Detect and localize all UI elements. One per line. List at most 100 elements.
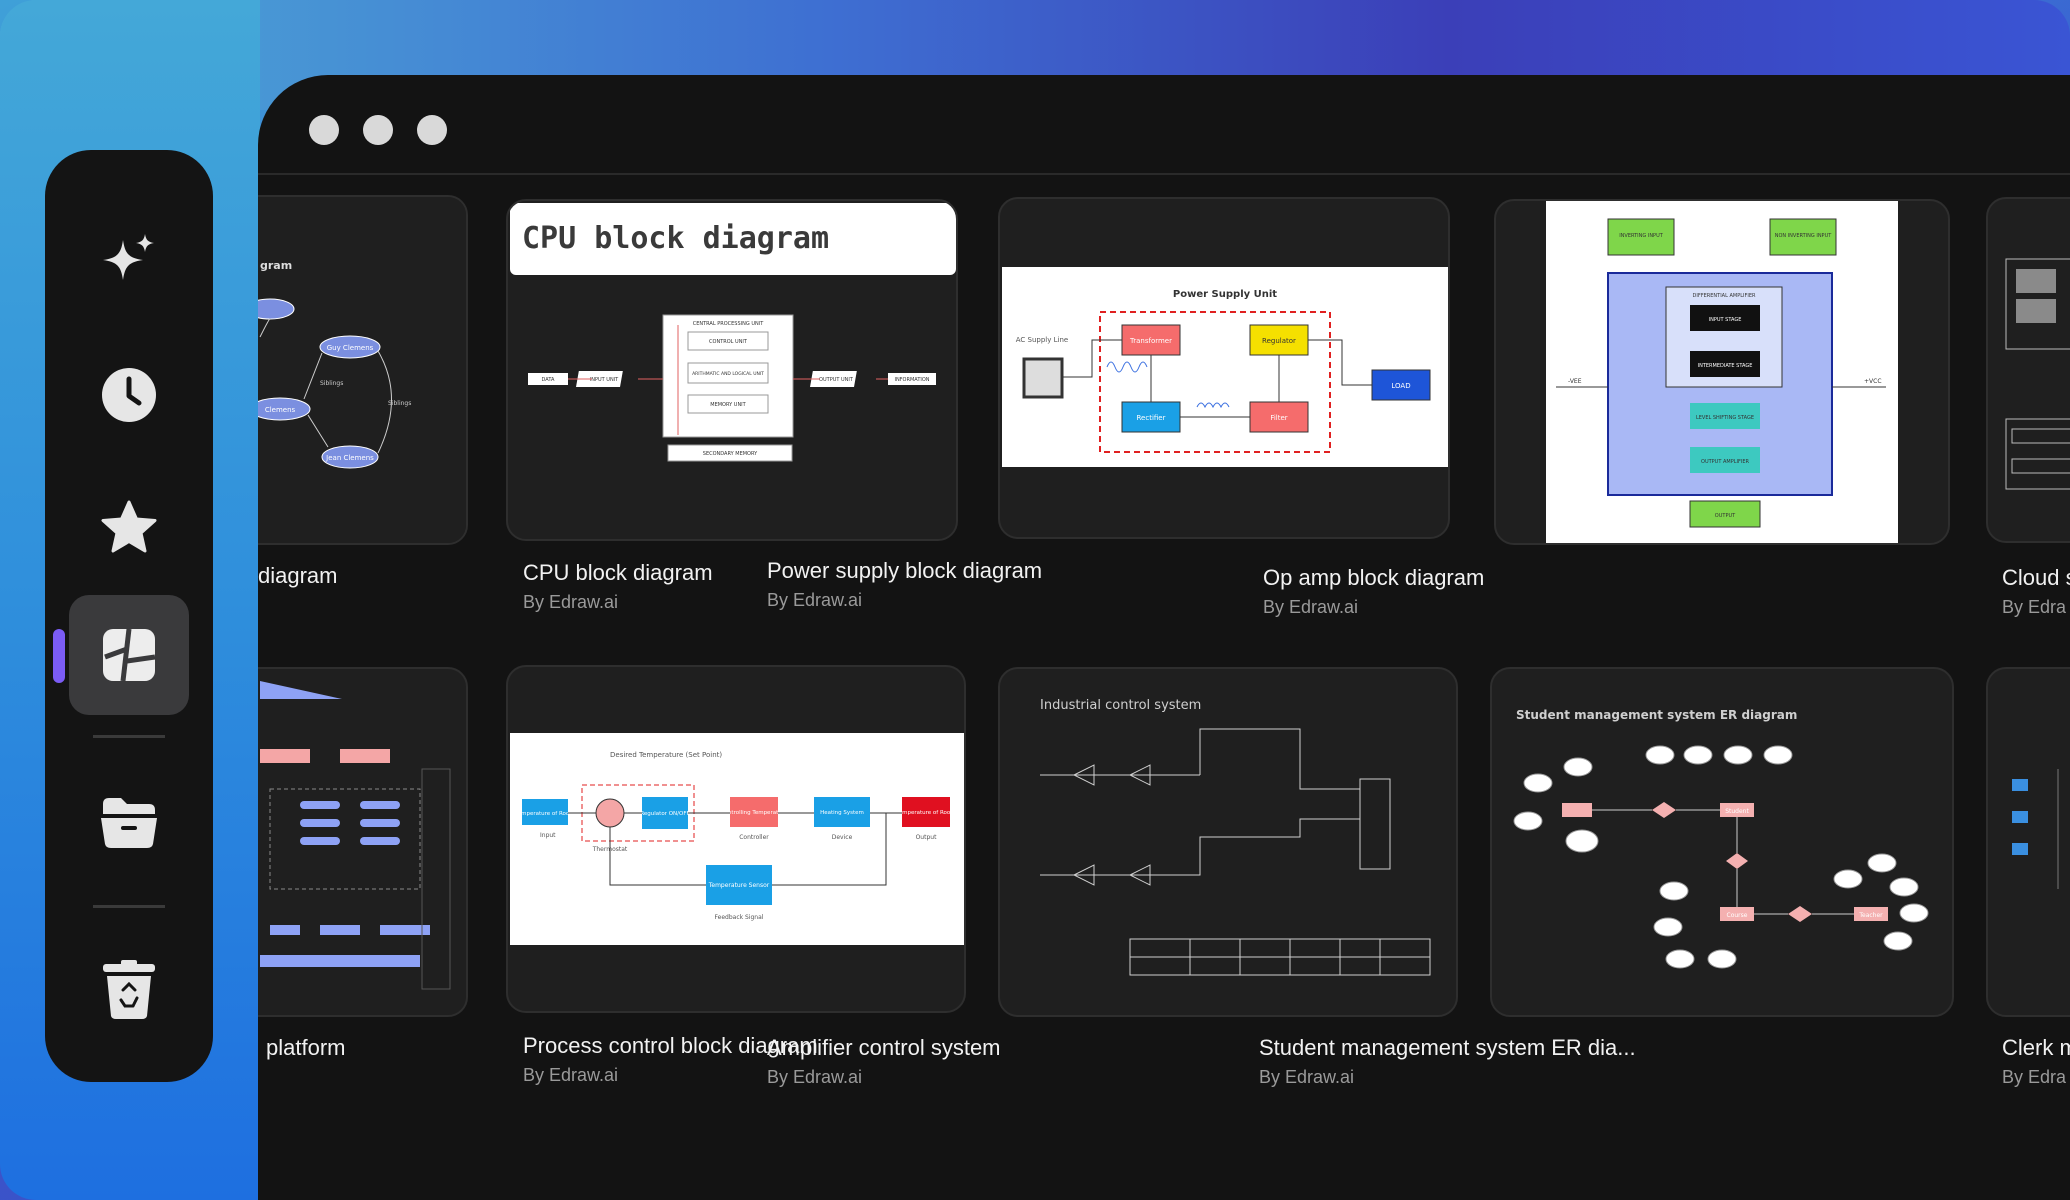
template-card[interactable]: Desired Temperature (Set Point) Temperat… bbox=[506, 665, 966, 1013]
process-control-thumbnail: Desired Temperature (Set Point) Temperat… bbox=[510, 733, 964, 945]
cloud-thumbnail bbox=[2005, 258, 2070, 490]
sidebar-item-favorites[interactable] bbox=[69, 468, 189, 588]
svg-text:Teacher: Teacher bbox=[1858, 912, 1883, 919]
svg-text:Clemens: Clemens bbox=[265, 406, 296, 414]
svg-text:Student management system ER d: Student management system ER diagram bbox=[1516, 708, 1797, 722]
template-card[interactable]: Power Supply Unit AC Supply Line Transfo… bbox=[998, 197, 1450, 539]
op-amp-thumbnail: INVERTING INPUT NON INVERTING INPUT DIFF… bbox=[1546, 201, 1898, 543]
family-tree-thumbnail: gram Guy Clemens Clemens Jean Clemens Si… bbox=[258, 197, 466, 543]
star-icon bbox=[101, 500, 157, 553]
template-title[interactable]: diagram bbox=[258, 563, 337, 589]
svg-text:MEMORY UNIT: MEMORY UNIT bbox=[710, 402, 746, 408]
sidebar-item-templates[interactable] bbox=[53, 595, 189, 715]
main-window: gram Guy Clemens Clemens Jean Clemens Si… bbox=[258, 75, 2070, 1200]
template-author: By Edra bbox=[2002, 597, 2067, 617]
svg-text:Rectifier: Rectifier bbox=[1137, 414, 1166, 422]
sidebar-item-ai[interactable] bbox=[69, 202, 189, 322]
svg-text:INVERTING INPUT: INVERTING INPUT bbox=[1619, 233, 1664, 239]
title-bar bbox=[258, 75, 2070, 175]
svg-text:Siblings: Siblings bbox=[388, 400, 411, 407]
svg-text:+VCC: +VCC bbox=[1864, 378, 1882, 385]
svg-text:INPUT UNIT: INPUT UNIT bbox=[590, 377, 619, 383]
template-title[interactable]: Clerk m bbox=[2002, 1035, 2070, 1061]
template-card[interactable]: CPU block diagram CENTRAL PROCESSING UNI… bbox=[506, 199, 958, 541]
svg-text:gram: gram bbox=[260, 259, 292, 272]
template-author: By Edra bbox=[2002, 1067, 2067, 1087]
sidebar-divider bbox=[93, 905, 165, 908]
svg-text:Guy Clemens: Guy Clemens bbox=[327, 344, 374, 352]
svg-text:SECONDARY MEMORY: SECONDARY MEMORY bbox=[703, 451, 758, 457]
template-card[interactable]: Industrial control system bbox=[998, 667, 1458, 1017]
svg-text:Industrial control system: Industrial control system bbox=[1040, 698, 1201, 713]
svg-text:NON INVERTING INPUT: NON INVERTING INPUT bbox=[1775, 233, 1833, 239]
svg-text:Heating System: Heating System bbox=[820, 810, 864, 816]
sidebar-item-recent[interactable] bbox=[69, 335, 189, 455]
template-author: By Edraw.ai bbox=[523, 1065, 619, 1085]
svg-text:Input: Input bbox=[540, 832, 556, 839]
template-author: By Edraw.ai bbox=[767, 1067, 863, 1087]
template-card[interactable]: INVERTING INPUT NON INVERTING INPUT DIFF… bbox=[1494, 199, 1950, 545]
clock-icon bbox=[102, 368, 156, 422]
template-title[interactable]: Op amp block diagram bbox=[1263, 565, 1484, 591]
platform-thumbnail bbox=[260, 681, 451, 990]
svg-text:Controller: Controller bbox=[739, 834, 769, 841]
active-indicator bbox=[53, 629, 65, 683]
svg-text:Temperature of Room: Temperature of Room bbox=[514, 811, 574, 817]
sidebar bbox=[45, 150, 213, 1082]
svg-text:OUTPUT: OUTPUT bbox=[1715, 513, 1736, 519]
svg-text:Temperature Sensor: Temperature Sensor bbox=[708, 882, 770, 889]
svg-text:Temperature of Room: Temperature of Room bbox=[895, 810, 955, 816]
svg-text:-VEE: -VEE bbox=[1568, 378, 1582, 385]
cpu-diagram-thumbnail: CENTRAL PROCESSING UNIT CONTROL UNIT ARI… bbox=[528, 314, 936, 462]
svg-text:DATA: DATA bbox=[542, 377, 555, 383]
template-title[interactable]: Cloud s bbox=[2002, 565, 2070, 591]
svg-text:ARITHMATIC AND LOGICAL UNIT: ARITHMATIC AND LOGICAL UNIT bbox=[692, 371, 764, 377]
clerk-thumbnail bbox=[2012, 769, 2059, 889]
svg-text:Filter: Filter bbox=[1270, 414, 1287, 422]
svg-text:Jean Clemens: Jean Clemens bbox=[325, 454, 374, 462]
svg-text:Device: Device bbox=[832, 834, 853, 841]
svg-text:LOAD: LOAD bbox=[1391, 382, 1410, 390]
sidebar-item-files[interactable] bbox=[69, 762, 189, 882]
template-author: By Edraw.ai bbox=[767, 590, 863, 610]
svg-text:Desired Temperature (Set Point: Desired Temperature (Set Point) bbox=[610, 751, 722, 759]
template-title[interactable]: platform bbox=[266, 1035, 345, 1061]
svg-text:CONTROL UNIT: CONTROL UNIT bbox=[709, 339, 748, 345]
window-close-button[interactable] bbox=[309, 115, 339, 145]
thumbnail-header: CPU block diagram bbox=[510, 203, 956, 275]
template-author: By Edraw.ai bbox=[523, 592, 619, 612]
window-maximize-button[interactable] bbox=[417, 115, 447, 145]
template-title[interactable]: Amplifier control system bbox=[767, 1035, 1001, 1061]
sidebar-item-trash[interactable] bbox=[69, 930, 189, 1050]
template-card[interactable] bbox=[1986, 667, 2070, 1017]
er-diagram-thumbnail: Student management system ER diagram Stu… bbox=[1513, 708, 1929, 969]
template-title[interactable]: CPU block diagram bbox=[523, 560, 713, 586]
template-author: By Edraw.ai bbox=[1263, 597, 1359, 617]
svg-text:Regulator ON/OFF: Regulator ON/OFF bbox=[640, 811, 689, 817]
recycle-bin-icon bbox=[103, 960, 155, 1019]
template-title[interactable]: Student management system ER dia... bbox=[1259, 1035, 1636, 1061]
svg-text:INTERMEDIATE STAGE: INTERMEDIATE STAGE bbox=[1698, 363, 1753, 369]
svg-text:Transformer: Transformer bbox=[1129, 337, 1172, 345]
template-card[interactable]: gram Guy Clemens Clemens Jean Clemens Si… bbox=[258, 195, 468, 545]
svg-text:Power Supply Unit: Power Supply Unit bbox=[1173, 289, 1277, 300]
svg-text:Regulator: Regulator bbox=[1262, 337, 1296, 345]
template-card[interactable] bbox=[1986, 197, 2070, 543]
svg-text:Student: Student bbox=[1725, 808, 1749, 815]
templates-icon bbox=[103, 628, 156, 682]
svg-text:AC Supply Line: AC Supply Line bbox=[1016, 336, 1068, 344]
thumbnail-title: CPU block diagram bbox=[522, 221, 830, 256]
svg-text:Course: Course bbox=[1727, 912, 1748, 919]
template-title[interactable]: Power supply block diagram bbox=[767, 558, 1042, 584]
svg-text:Feedback Signal: Feedback Signal bbox=[715, 914, 764, 921]
svg-text:Output: Output bbox=[916, 834, 937, 841]
template-card[interactable]: Student management system ER diagram Stu… bbox=[1490, 667, 1954, 1017]
svg-text:DIFFERENTIAL AMPLIFIER: DIFFERENTIAL AMPLIFIER bbox=[1693, 293, 1756, 299]
svg-text:OUTPUT AMPLIFIER: OUTPUT AMPLIFIER bbox=[1701, 459, 1749, 465]
template-card[interactable] bbox=[258, 667, 468, 1017]
svg-text:INFORMATION: INFORMATION bbox=[894, 377, 929, 383]
window-minimize-button[interactable] bbox=[363, 115, 393, 145]
amplifier-control-thumbnail: Industrial control system bbox=[1040, 698, 1431, 976]
power-supply-thumbnail: Power Supply Unit AC Supply Line Transfo… bbox=[1002, 267, 1448, 467]
ai-sparkle-icon bbox=[103, 234, 154, 280]
